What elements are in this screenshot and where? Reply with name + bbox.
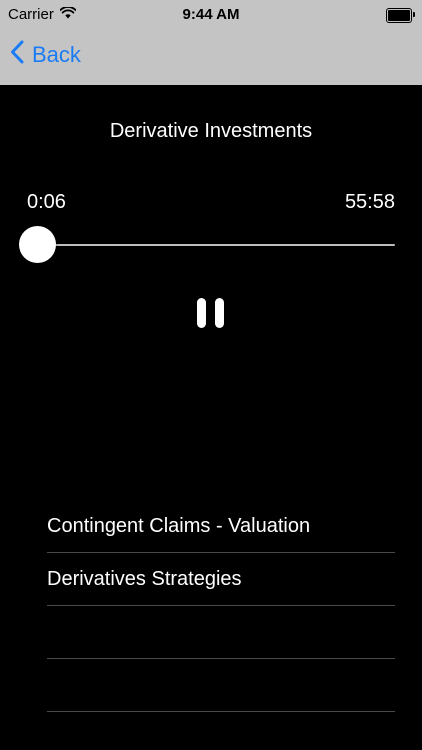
back-label: Back [32, 42, 81, 67]
status-bar: Carrier 9:44 AM [0, 0, 422, 28]
track-title: Derivative Investments [109, 120, 313, 142]
status-time: 9:44 AM [182, 6, 240, 23]
playlist-item[interactable]: Derivatives Strategies [47, 553, 395, 606]
playlist-item[interactable] [47, 659, 395, 712]
pause-bar-left [197, 298, 206, 328]
slider-thumb[interactable] [18, 226, 56, 263]
battery-icon [386, 8, 415, 23]
back-button[interactable]: Back [10, 40, 81, 70]
battery-nub [413, 12, 415, 17]
playback-progress-slider[interactable] [18, 226, 395, 264]
elapsed-time: 0:06 [27, 191, 66, 213]
total-duration: 55:58 [344, 191, 395, 213]
navigation-bar: Back [0, 28, 422, 85]
playlist-item[interactable]: Contingent Claims - Valuation [47, 500, 395, 553]
battery-level [388, 10, 410, 21]
chevron-left-icon [10, 40, 24, 70]
playlist: Contingent Claims - Valuation Derivative… [47, 500, 395, 712]
playlist-item[interactable] [47, 606, 395, 659]
pause-bar-right [215, 298, 224, 328]
slider-track [27, 244, 395, 246]
pause-button[interactable] [193, 295, 229, 331]
